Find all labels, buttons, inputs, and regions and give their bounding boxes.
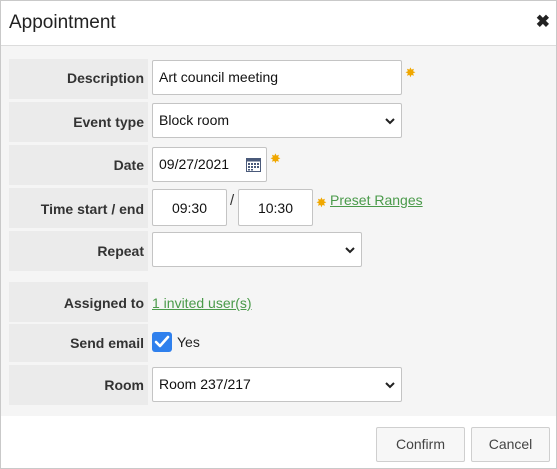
time-label-cell: Time start / end (9, 188, 148, 228)
description-label-cell: Description (9, 59, 148, 99)
event-type-select[interactable]: Block room (152, 103, 402, 138)
calendar-icon[interactable] (246, 157, 261, 172)
time-end-input[interactable]: 10:30 (238, 189, 313, 226)
dialog-title: Appointment (9, 12, 116, 33)
event-type-label-cell: Event type (9, 102, 148, 142)
time-end-value: 10:30 (257, 200, 294, 216)
dialog-footer: Confirm Cancel (1, 416, 556, 468)
repeat-label: Repeat (97, 243, 144, 259)
send-email-label-cell: Send email (9, 324, 148, 362)
send-email-option-label: Yes (177, 334, 200, 350)
dialog-titlebar: Appointment ✖ (1, 1, 556, 46)
confirm-button[interactable]: Confirm (376, 427, 465, 462)
description-input[interactable]: Art council meeting (152, 60, 402, 95)
date-label: Date (113, 157, 144, 173)
room-label: Room (104, 377, 144, 393)
required-star-icon: ✸ (270, 151, 281, 166)
checkmark-icon (154, 335, 170, 348)
invited-users-link[interactable]: 1 invited user(s) (152, 295, 252, 311)
close-icon[interactable]: ✖ (536, 13, 550, 31)
repeat-label-cell: Repeat (9, 231, 148, 271)
description-value: Art council meeting (159, 69, 279, 85)
assigned-to-label: Assigned to (63, 295, 144, 311)
cancel-button[interactable]: Cancel (471, 427, 550, 462)
appointment-dialog: Appointment ✖ Description Art council me… (0, 0, 557, 469)
time-start-input[interactable]: 09:30 (152, 189, 227, 226)
description-label: Description (66, 70, 144, 86)
chevron-down-icon (385, 118, 395, 125)
room-label-cell: Room (9, 365, 148, 405)
preset-ranges-link[interactable]: Preset Ranges (330, 192, 423, 208)
chevron-down-icon (385, 382, 395, 389)
chevron-down-icon (345, 247, 355, 254)
time-start-value: 09:30 (171, 200, 208, 216)
room-select[interactable]: Room 237/217 (152, 367, 402, 402)
send-email-checkbox[interactable] (152, 332, 172, 352)
dialog-body: Description Art council meeting ✸ Event … (1, 46, 556, 416)
event-type-label: Event type (73, 114, 144, 130)
send-email-label: Send email (70, 335, 144, 351)
assigned-to-label-cell: Assigned to (9, 282, 148, 322)
date-label-cell: Date (9, 145, 148, 185)
required-star-icon: ✸ (405, 65, 416, 80)
repeat-select[interactable] (152, 232, 362, 267)
time-label: Time start / end (40, 201, 144, 217)
time-separator: / (230, 192, 235, 209)
required-star-icon: ✸ (316, 195, 327, 210)
date-input[interactable]: 09/27/2021 (152, 147, 267, 182)
date-value: 09/27/2021 (159, 156, 230, 172)
room-value: Room 237/217 (159, 376, 251, 392)
event-type-value: Block room (159, 112, 230, 128)
